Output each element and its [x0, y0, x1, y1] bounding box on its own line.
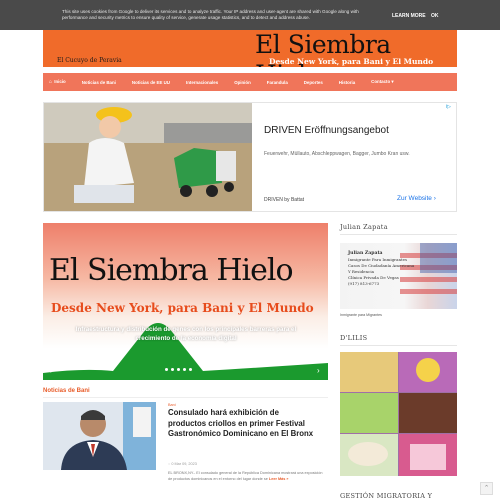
- main-nav: ⌂ Inicio Noticias de Bani Noticias de EE…: [43, 73, 457, 91]
- ad-photo: [44, 103, 252, 211]
- nav-item-noticias-eeuu[interactable]: Noticias de EE UU: [132, 80, 170, 85]
- article-image[interactable]: [43, 402, 156, 470]
- slider-dot[interactable]: [177, 368, 180, 371]
- nav-item-inicio[interactable]: ⌂ Inicio: [49, 79, 66, 85]
- ad-title[interactable]: DRIVEN Eröffnungsangebot: [264, 125, 389, 136]
- banner-subtitle: Desde New York, para Bani y El Mundo: [269, 57, 434, 66]
- sidebar-dlilis-image[interactable]: [340, 352, 457, 476]
- article-category[interactable]: Bani: [168, 403, 176, 407]
- ad-description: Feuerwehr, Müllauto, Abschleppwagen, Bag…: [264, 151, 410, 157]
- cookie-learn-more-button[interactable]: LEARN MORE: [392, 13, 426, 19]
- read-more-link[interactable]: Leer Más »: [269, 477, 289, 481]
- slider-next-arrow-icon[interactable]: ›: [317, 366, 320, 375]
- advertisement[interactable]: i▷ DRIVEN Eröffnungsangebot Feuerwehr, M…: [43, 102, 457, 212]
- cookie-consent-bar: This site uses cookies from Google to de…: [0, 0, 500, 30]
- article-photo: [43, 402, 156, 470]
- slider-dot[interactable]: [171, 368, 174, 371]
- nav-item-deportes[interactable]: Deportes: [304, 80, 323, 85]
- nav-item-opinion[interactable]: Opinión: [234, 80, 251, 85]
- ad-website-link[interactable]: Zur Website ›: [397, 195, 436, 202]
- cookie-ok-button[interactable]: OK: [431, 13, 439, 19]
- sidebar-heading-dlilis: D'LILIS: [340, 334, 368, 342]
- sidebar-divider: [340, 345, 457, 346]
- chevron-right-icon: ›: [433, 195, 436, 202]
- chevron-down-icon: ▾: [391, 79, 394, 84]
- nav-item-farandula[interactable]: Farandula: [267, 80, 288, 85]
- slider-dot[interactable]: [183, 368, 186, 371]
- section-title[interactable]: Noticias de Bani: [43, 388, 90, 394]
- sidebar-julian-card[interactable]: Julian Zapata Inmigrante Para Inmigrante…: [340, 243, 457, 309]
- slider-dot[interactable]: [189, 368, 192, 371]
- sidebar-heading-gestion: GESTIÓN MIGRATORIA Y: [340, 492, 433, 500]
- nav-item-contacto[interactable]: Contacto ▾: [371, 79, 393, 85]
- article-meta-text: 0 Mar 09, 2023: [171, 462, 197, 466]
- cookie-consent-text: This site uses cookies from Google to de…: [62, 9, 359, 20]
- article-excerpt-text: EL BRONX,NY.- El consulado general de la…: [168, 471, 323, 481]
- slider-title: El Siembra Hielo: [49, 253, 294, 288]
- nav-label: Inicio: [54, 79, 66, 84]
- article-excerpt: EL BRONX,NY.- El consulado general de la…: [168, 471, 323, 482]
- article-title[interactable]: Consulado hará exhibición de productos c…: [168, 408, 318, 440]
- slider-dots: [165, 368, 192, 371]
- chevron-up-icon: ⌃: [483, 485, 490, 492]
- nav-item-noticias-bani[interactable]: Noticias de Bani: [82, 80, 116, 85]
- nav-label: Contacto: [371, 79, 391, 84]
- ad-brand: DRIVEN by Battat: [264, 197, 305, 203]
- adchoices-icon[interactable]: i▷: [446, 104, 454, 111]
- ad-image[interactable]: [44, 103, 252, 211]
- dlilis-collage: [340, 352, 457, 476]
- article-meta: ◌ 0 Mar 09, 2023: [168, 462, 197, 466]
- comment-icon: ◌: [168, 462, 171, 466]
- card-line: (917) 813-6773: [348, 281, 380, 286]
- julian-card-text: Julian Zapata Inmigrante Para Inmigrante…: [348, 251, 414, 287]
- home-icon: ⌂: [49, 79, 53, 85]
- hero-slider[interactable]: El Siembra Hielo Desde New York, para Ba…: [43, 223, 328, 380]
- sidebar-divider: [340, 234, 457, 235]
- ad-link-label: Zur Website: [397, 195, 432, 202]
- nav-item-historia[interactable]: Historia: [339, 80, 355, 85]
- sidebar-heading-julian: Julian Zapata: [340, 223, 388, 231]
- banner-left-caption: El Cucuyo de Peravia: [57, 57, 122, 64]
- section-divider: [43, 397, 328, 398]
- slider-caption: Infraestructura y distribución de genes …: [75, 326, 297, 342]
- sidebar-image-caption: Inmigrante para Migrantes: [340, 313, 382, 317]
- nav-item-internacionales[interactable]: Internacionales: [186, 80, 218, 85]
- slider-dot[interactable]: [165, 368, 168, 371]
- site-banner[interactable]: El Cucuyo de Peravia El Siembra Hielo De…: [43, 30, 457, 67]
- slider-prev-arrow-icon[interactable]: ‹: [49, 366, 52, 375]
- scroll-to-top-button[interactable]: ⌃: [480, 482, 493, 495]
